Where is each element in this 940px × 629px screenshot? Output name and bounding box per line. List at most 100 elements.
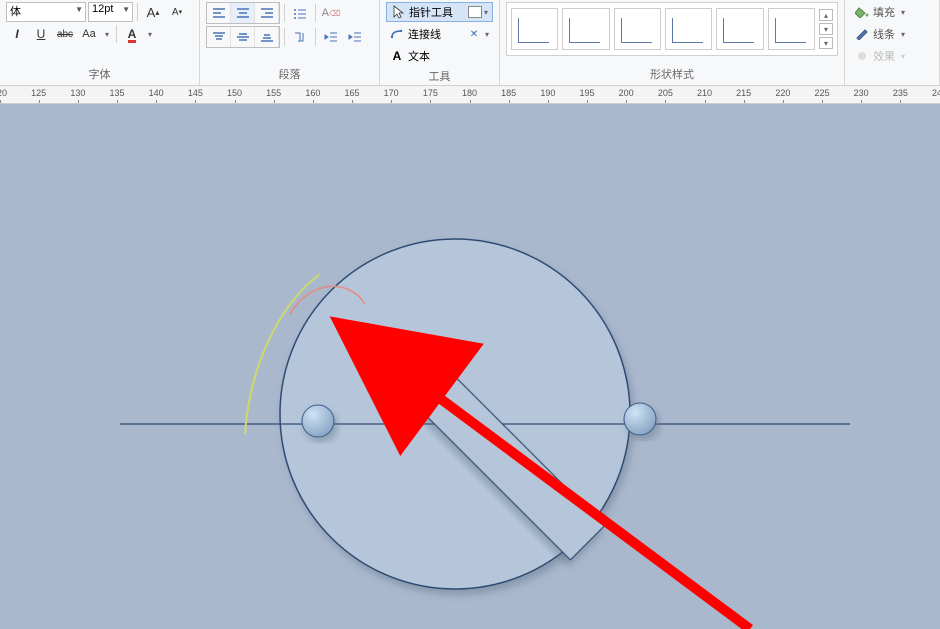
effect-label: 效果	[873, 48, 895, 64]
italic-button[interactable]: I	[6, 24, 28, 44]
ruler-tick-label: 185	[501, 88, 516, 98]
font-family-value: 体	[10, 6, 21, 18]
ruler-tick: 200	[619, 88, 634, 98]
gallery-more-button[interactable]: ▾	[819, 37, 833, 49]
group-tools: 指针工具 ▾ 连接线 ✕ ▾ A 文本 工具	[380, 0, 500, 85]
shape-style-swatch[interactable]	[768, 8, 815, 50]
ruler-tick: 175	[423, 88, 438, 98]
separator	[315, 28, 316, 46]
chevron-down-icon: ▼	[122, 5, 130, 14]
ruler-tick-label: 180	[462, 88, 477, 98]
chevron-down-icon: ▾	[485, 30, 489, 39]
chevron-down-icon: ▼	[75, 5, 83, 14]
bullets-button[interactable]	[289, 3, 311, 23]
ruler-tick-label: 135	[110, 88, 125, 98]
ruler-tick: 160	[305, 88, 320, 98]
ruler-tick: 240	[932, 88, 940, 98]
font-family-select[interactable]: 体 ▼	[6, 2, 86, 22]
ruler-tick-label: 140	[149, 88, 164, 98]
bucket-icon	[855, 5, 869, 19]
align-left-button[interactable]	[207, 3, 231, 23]
pointer-tool-button[interactable]: 指针工具 ▾	[386, 2, 493, 22]
font-color-dropdown[interactable]: ▾	[145, 24, 155, 44]
pen-icon	[855, 27, 869, 41]
grow-font-button[interactable]: A▴	[142, 2, 164, 22]
shape-style-gallery[interactable]: ▴ ▾ ▾	[506, 2, 838, 56]
effect-icon	[855, 49, 869, 63]
underline-button[interactable]: U	[30, 24, 52, 44]
align-middle-button[interactable]	[231, 27, 255, 47]
horizontal-ruler: 1201251301351401451501551601651701751801…	[0, 86, 940, 104]
case-dropdown[interactable]: ▾	[102, 24, 112, 44]
gallery-nav: ▴ ▾ ▾	[819, 9, 833, 49]
ruler-tick-label: 200	[619, 88, 634, 98]
x-icon: ✕	[467, 27, 481, 41]
horizontal-align-box	[206, 2, 280, 24]
shape-style-swatch[interactable]	[716, 8, 763, 50]
ruler-tick-label: 195	[580, 88, 595, 98]
ruler-tick-label: 235	[893, 88, 908, 98]
drawing-canvas[interactable]	[0, 104, 940, 629]
chevron-down-icon: ▾	[901, 30, 905, 39]
connector-tool-button[interactable]: 连接线 ✕ ▾	[386, 24, 493, 44]
align-bottom-button[interactable]	[255, 27, 279, 47]
line-label: 线条	[873, 26, 895, 42]
separator	[284, 4, 285, 22]
shape-style-swatch[interactable]	[665, 8, 712, 50]
text-icon: A	[390, 49, 404, 63]
clear-format-button[interactable]: A⌫	[320, 3, 342, 23]
shrink-font-button[interactable]: A▾	[166, 2, 188, 22]
separator	[116, 25, 117, 43]
font-size-value: 12pt	[92, 3, 113, 15]
gallery-up-button[interactable]: ▴	[819, 9, 833, 21]
case-button[interactable]: Aa	[78, 24, 100, 44]
ruler-tick-label: 130	[70, 88, 85, 98]
chevron-down-icon: ▾	[484, 8, 488, 17]
align-center-button[interactable]	[231, 3, 255, 23]
ruler-tick-label: 125	[31, 88, 46, 98]
ruler-tick-label: 230	[854, 88, 869, 98]
ruler-tick-label: 240	[932, 88, 940, 98]
separator	[137, 3, 138, 21]
connector-tool-label: 连接线	[408, 26, 441, 42]
shape-style-swatch[interactable]	[614, 8, 661, 50]
font-color-button[interactable]: A	[121, 24, 143, 44]
align-right-button[interactable]	[255, 3, 279, 23]
right-ball-shape[interactable]	[624, 403, 656, 435]
ruler-tick: 165	[345, 88, 360, 98]
increase-indent-button[interactable]	[344, 27, 366, 47]
ruler-tick-label: 165	[345, 88, 360, 98]
text-tool-button[interactable]: A 文本	[386, 46, 493, 66]
align-top-button[interactable]	[207, 27, 231, 47]
ruler-tick: 195	[580, 88, 595, 98]
fill-button[interactable]: 填充 ▾	[851, 2, 933, 22]
line-button[interactable]: 线条 ▾	[851, 24, 933, 44]
text-tool-label: 文本	[408, 48, 430, 64]
ruler-tick-label: 225	[815, 88, 830, 98]
left-ball-shape[interactable]	[302, 405, 334, 437]
ribbon: 体 ▼ 12pt ▼ A▴ A▾ I U abc Aa ▾ A	[0, 0, 940, 86]
connector-icon	[390, 27, 404, 41]
ruler-tick-label: 120	[0, 88, 7, 98]
ruler-tick-label: 160	[305, 88, 320, 98]
shape-style-swatch[interactable]	[562, 8, 609, 50]
gallery-down-button[interactable]: ▾	[819, 23, 833, 35]
ruler-tick-label: 170	[384, 88, 399, 98]
effect-button[interactable]: 效果 ▾	[851, 46, 933, 66]
chevron-down-icon: ▾	[901, 52, 905, 61]
fill-swatch-control[interactable]: ▾	[468, 6, 488, 18]
shape-style-swatch[interactable]	[511, 8, 558, 50]
ruler-tick: 215	[736, 88, 751, 98]
ruler-tick: 130	[70, 88, 85, 98]
chevron-down-icon: ▾	[901, 8, 905, 17]
ruler-tick: 125	[31, 88, 46, 98]
ruler-tick: 220	[775, 88, 790, 98]
font-size-select[interactable]: 12pt ▼	[88, 2, 133, 22]
group-label-font: 字体	[6, 64, 193, 83]
group-label-shape-styles: 形状样式	[506, 64, 838, 83]
decrease-indent-button[interactable]	[320, 27, 342, 47]
strike-button[interactable]: abc	[54, 24, 76, 44]
text-direction-button[interactable]	[289, 27, 311, 47]
cursor-icon	[391, 5, 405, 19]
ruler-tick: 225	[815, 88, 830, 98]
